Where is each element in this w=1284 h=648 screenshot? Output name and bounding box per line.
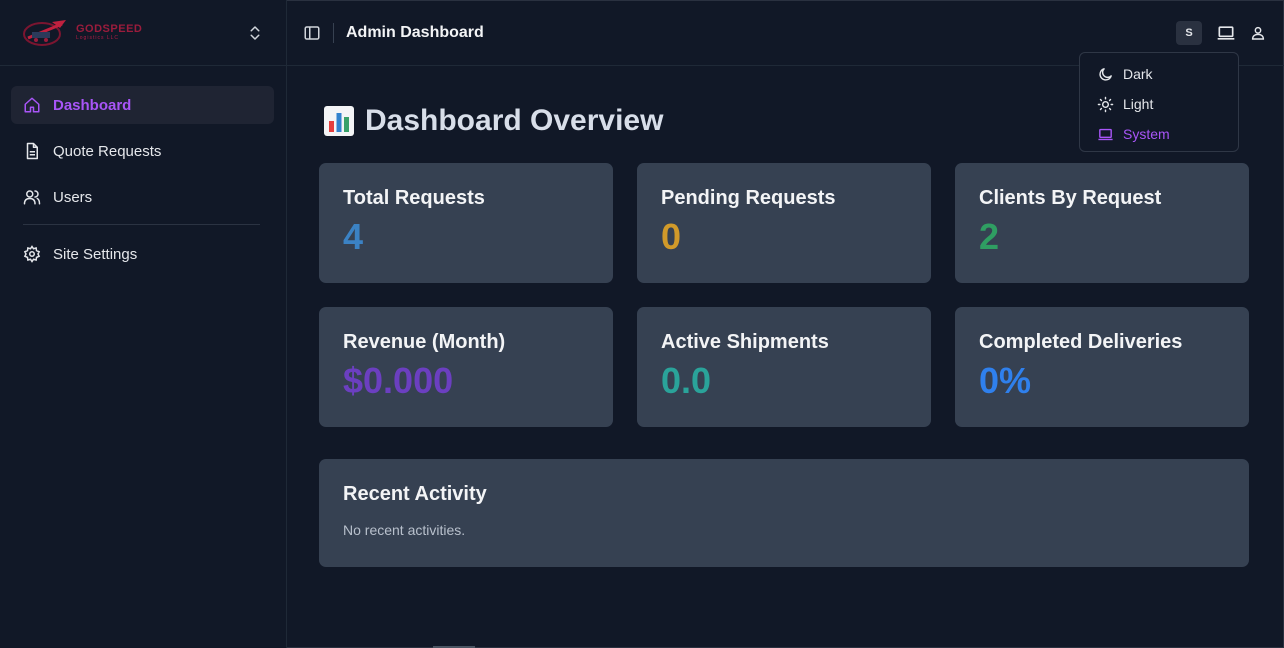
home-icon <box>24 97 40 113</box>
company-logo[interactable]: GODSPEED Logistics LLC <box>22 18 142 48</box>
stat-title: Revenue (Month) <box>343 331 506 353</box>
theme-option-light[interactable]: Light <box>1080 89 1238 119</box>
sidebar-item-label: Users <box>53 188 93 206</box>
theme-toggle-laptop-icon[interactable] <box>1216 23 1236 43</box>
sidebar-header: GODSPEED Logistics LLC <box>0 0 286 66</box>
main-content: Dashboard Overview Total Requests 4 Pend… <box>287 66 1284 648</box>
recent-activity-empty-text: No recent activities. <box>343 522 466 538</box>
sidebar-divider <box>23 224 260 225</box>
users-icon <box>23 190 41 205</box>
stat-card-completed-deliveries: Completed Deliveries 0% <box>955 307 1249 427</box>
chevrons-up-down-icon[interactable] <box>246 24 264 42</box>
avatar[interactable]: S <box>1176 21 1202 45</box>
sidebar-item-quote-requests[interactable]: Quote Requests <box>11 132 274 170</box>
stat-title: Active Shipments <box>661 331 829 353</box>
recent-activity-title: Recent Activity <box>343 483 487 505</box>
sun-icon <box>1097 96 1114 112</box>
gear-icon <box>23 245 41 263</box>
logo-mark-icon <box>23 19 66 46</box>
theme-option-label: Dark <box>1123 66 1153 82</box>
stat-value: 4 <box>343 216 364 257</box>
file-text-icon <box>26 142 38 160</box>
topbar-divider <box>333 22 334 43</box>
stat-value: $0.000 <box>343 360 454 401</box>
sidebar-item-dashboard[interactable]: Dashboard <box>11 86 274 124</box>
sidebar: GODSPEED Logistics LLC Dashboard Quote R… <box>0 0 287 648</box>
theme-option-label: Light <box>1123 96 1154 112</box>
page-title-text: Dashboard Overview <box>365 104 664 137</box>
laptop-icon <box>1098 128 1113 140</box>
sidebar-item-users[interactable]: Users <box>11 178 274 216</box>
sidebar-toggle-icon[interactable] <box>303 24 321 42</box>
logo-text: GODSPEED Logistics LLC <box>76 24 142 41</box>
stat-value: 0.0 <box>661 360 712 401</box>
theme-option-label: System <box>1123 126 1170 142</box>
page-title: Dashboard Overview <box>323 104 663 138</box>
sidebar-item-label: Site Settings <box>53 245 138 263</box>
user-icon[interactable] <box>1250 25 1266 41</box>
sidebar-item-label: Dashboard <box>53 96 132 114</box>
stat-card-total-requests: Total Requests 4 <box>319 163 613 283</box>
logo-brand-line2: Logistics LLC <box>76 35 120 41</box>
stat-card-revenue-month: Revenue (Month) $0.000 <box>319 307 613 427</box>
theme-option-dark[interactable]: Dark <box>1080 59 1238 89</box>
sidebar-item-label: Quote Requests <box>53 142 162 160</box>
stat-title: Pending Requests <box>661 187 836 209</box>
topbar-actions: S <box>1176 21 1266 45</box>
stat-title: Total Requests <box>343 187 485 209</box>
stat-value: 2 <box>979 216 1000 257</box>
stat-card-pending-requests: Pending Requests 0 <box>637 163 931 283</box>
stat-value: 0 <box>661 216 682 257</box>
bar-chart-emoji-icon <box>324 106 354 136</box>
stat-card-clients-by-request: Clients By Request 2 <box>955 163 1249 283</box>
stat-title: Completed Deliveries <box>979 331 1183 353</box>
theme-option-system[interactable]: System <box>1080 119 1238 149</box>
page-heading: Admin Dashboard <box>346 23 484 41</box>
recent-activity-panel: Recent Activity No recent activities. <box>319 459 1249 567</box>
sidebar-item-site-settings[interactable]: Site Settings <box>11 235 274 273</box>
logo-brand-line1: GODSPEED <box>76 23 143 35</box>
stat-value: 0% <box>979 360 1032 401</box>
stat-title: Clients By Request <box>979 187 1162 209</box>
sidebar-nav: Dashboard Quote Requests Users Site Sett… <box>0 66 286 273</box>
moon-icon <box>1099 67 1112 81</box>
stat-card-active-shipments: Active Shipments 0.0 <box>637 307 931 427</box>
theme-menu: Dark Light System <box>1079 52 1239 152</box>
